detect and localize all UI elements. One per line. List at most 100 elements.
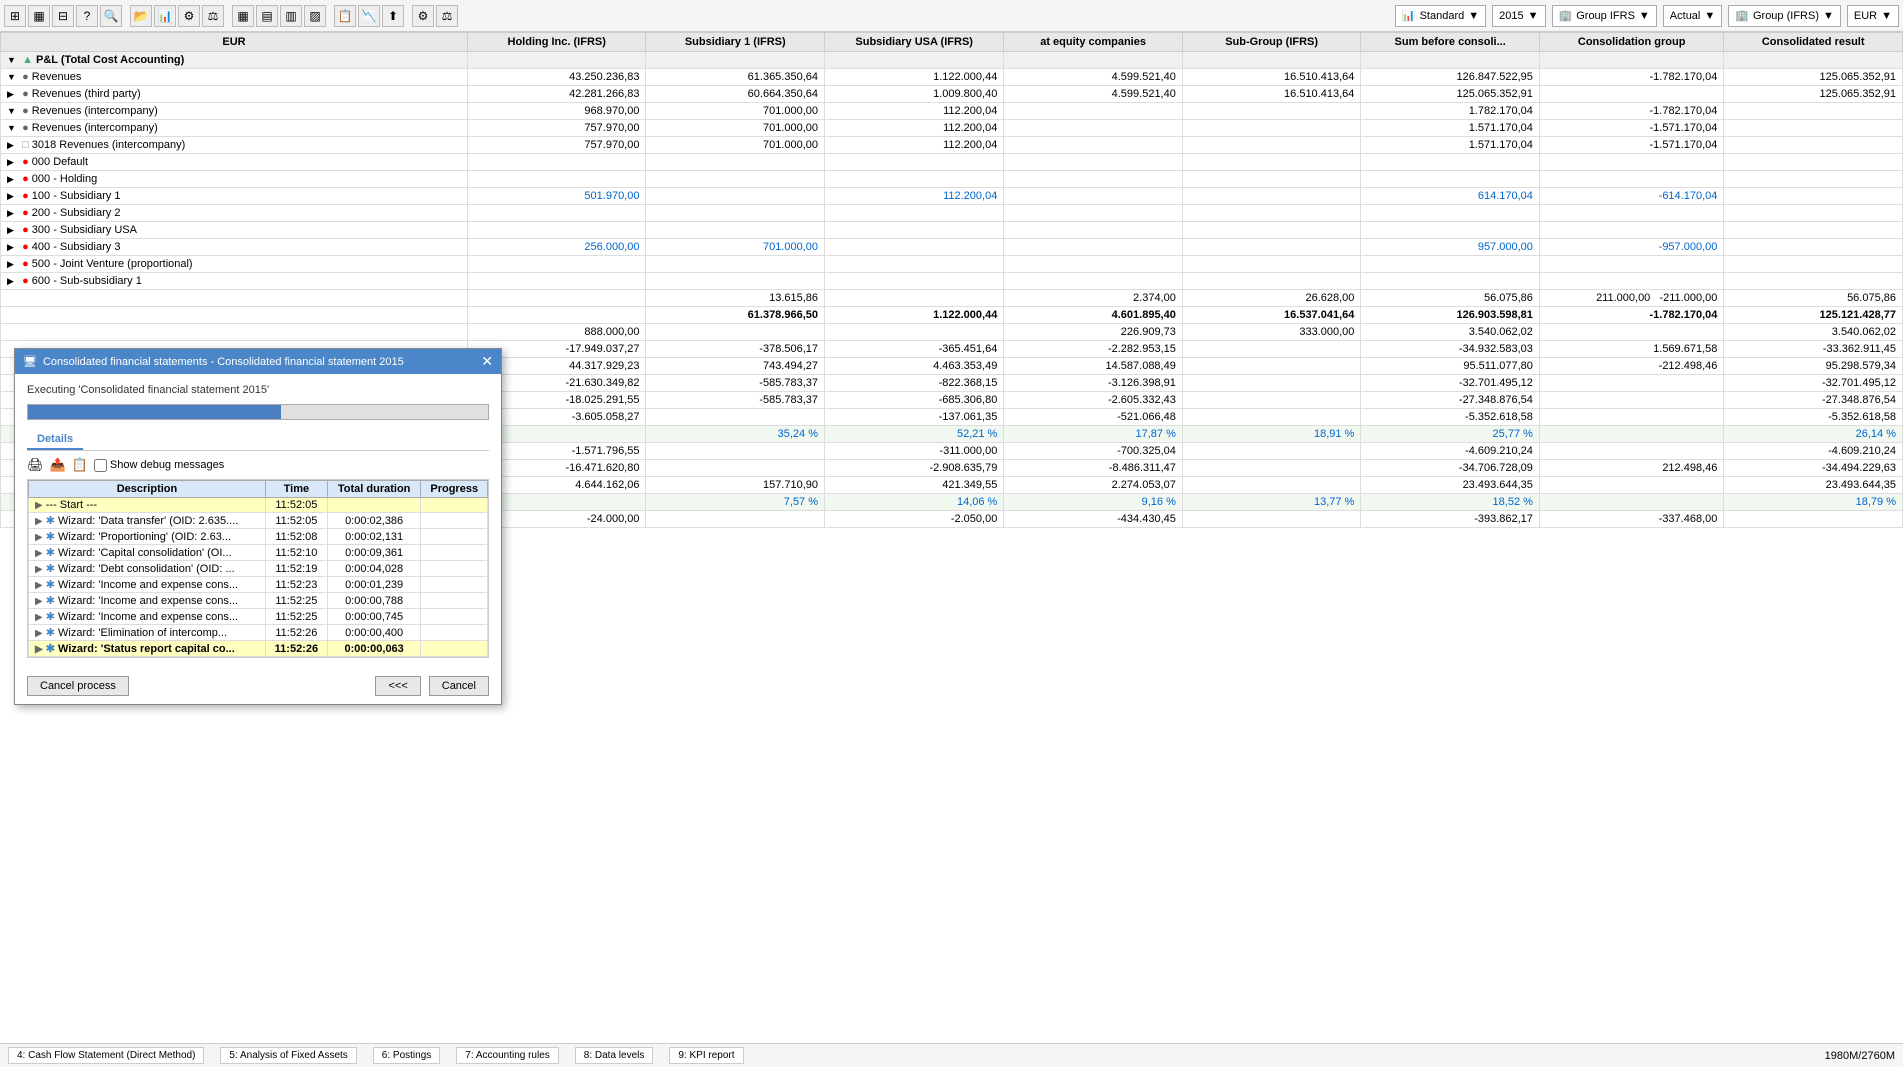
expand-icon[interactable]: ▼: [7, 55, 19, 65]
bullet-icon: ●: [22, 275, 29, 287]
toolbar-btn-2[interactable]: ▦: [28, 5, 50, 27]
debug-checkbox-label[interactable]: Show debug messages: [94, 459, 224, 472]
row-expand[interactable]: ▶: [35, 596, 43, 607]
cell: -393.862,17: [1361, 511, 1540, 528]
expand-icon[interactable]: ▼: [7, 72, 19, 82]
toolbar-btn-17[interactable]: ⚙: [412, 5, 434, 27]
toolbar-btn-18[interactable]: ⚖: [436, 5, 458, 27]
print-icon[interactable]: 🖨: [27, 457, 44, 473]
row-expand[interactable]: ▶: [35, 612, 43, 623]
toolbar-btn-5[interactable]: 🔍: [100, 5, 122, 27]
row-expand[interactable]: ▶: [35, 516, 43, 527]
expand-icon[interactable]: ▼: [7, 106, 19, 116]
toolbar-btn-11[interactable]: ▤: [256, 5, 278, 27]
standard-dropdown[interactable]: 📊 Standard ▼: [1395, 5, 1486, 27]
cell: 701.000,00: [646, 137, 825, 154]
log-row[interactable]: ▶ ✱ Wizard: 'Proportioning' (OID: 2.63..…: [29, 529, 488, 545]
cell: 13,77 %: [1182, 494, 1361, 511]
log-row[interactable]: ▶ ✱ Wizard: 'Data transfer' (OID: 2.635.…: [29, 513, 488, 529]
cell: 888.000,00: [467, 324, 646, 341]
log-row[interactable]: ▶ ✱ Wizard: 'Debt consolidation' (OID: .…: [29, 561, 488, 577]
export-icon[interactable]: 📤: [50, 457, 66, 473]
year-dropdown[interactable]: 2015 ▼: [1492, 5, 1545, 27]
cancel-button[interactable]: Cancel: [429, 676, 489, 696]
log-row[interactable]: ▶ ✱ Wizard: 'Income and expense cons... …: [29, 577, 488, 593]
log-row-running[interactable]: ▶ ✱ Wizard: 'Status report capital co...…: [29, 641, 488, 657]
cell: [1361, 273, 1540, 290]
toolbar-btn-6[interactable]: 📂: [130, 5, 152, 27]
debug-checkbox[interactable]: [94, 459, 107, 472]
actual-dropdown[interactable]: Actual ▼: [1663, 5, 1722, 27]
toolbar-btn-12[interactable]: ▥: [280, 5, 302, 27]
expand-icon[interactable]: ▶: [7, 140, 19, 151]
cell: [825, 256, 1004, 273]
cell: -34.932.583,03: [1361, 341, 1540, 358]
col-holding: Holding Inc. (IFRS): [467, 33, 646, 52]
log-row[interactable]: ▶ ✱ Wizard: 'Income and expense cons... …: [29, 609, 488, 625]
expand-icon[interactable]: ▶: [7, 225, 19, 236]
log-row[interactable]: ▶ ✱ Wizard: 'Income and expense cons... …: [29, 593, 488, 609]
statusbar-tab-fixed-assets[interactable]: 5: Analysis of Fixed Assets: [220, 1047, 356, 1064]
statusbar-tab-datalevels[interactable]: 8: Data levels: [575, 1047, 654, 1064]
toolbar-btn-1[interactable]: ⊞: [4, 5, 26, 27]
modal-close-button[interactable]: ✕: [481, 353, 493, 370]
cell: 16.510.413,64: [1182, 86, 1361, 103]
row-expand[interactable]: ▶: [35, 532, 43, 543]
toolbar-btn-7[interactable]: 📊: [154, 5, 176, 27]
toolbar-btn-4[interactable]: ?: [76, 5, 98, 27]
expand-icon[interactable]: ▶: [7, 259, 19, 270]
cell: 1.122.000,44: [825, 307, 1004, 324]
year-chevron: ▼: [1528, 10, 1539, 22]
row-expand[interactable]: ▶: [35, 580, 43, 591]
toolbar-btn-13[interactable]: ▨: [304, 5, 326, 27]
toolbar-btn-8[interactable]: ⚙: [178, 5, 200, 27]
expand-icon[interactable]: ▶: [7, 242, 19, 253]
toolbar-btn-9[interactable]: ⚖: [202, 5, 224, 27]
cell: -2.908.635,79: [825, 460, 1004, 477]
expand-icon[interactable]: ▶: [7, 191, 19, 202]
tab-details[interactable]: Details: [27, 430, 83, 450]
cell: 157.710,90: [646, 477, 825, 494]
statusbar-tab-accounting[interactable]: 7: Accounting rules: [456, 1047, 559, 1064]
row-expand[interactable]: ▶: [35, 628, 43, 639]
log-desc: ▶ --- Start ---: [29, 498, 266, 513]
row-expand[interactable]: ▶: [35, 548, 43, 559]
row-expand[interactable]: ▶: [35, 500, 43, 511]
group-ifrs2-dropdown[interactable]: 🏢 Group (IFRS) ▼: [1728, 5, 1841, 27]
expand-icon[interactable]: ▶: [7, 174, 19, 185]
cancel-process-button[interactable]: Cancel process: [27, 676, 129, 696]
expand-icon[interactable]: ▶: [7, 208, 19, 219]
statusbar-tab-kpi[interactable]: 9: KPI report: [669, 1047, 743, 1064]
table-row: 61.378.966,50 1.122.000,44 4.601.895,40 …: [1, 307, 1903, 324]
col-subusa: Subsidiary USA (IFRS): [825, 33, 1004, 52]
row-expand[interactable]: ▶: [35, 564, 43, 575]
toolbar-btn-3[interactable]: ⊟: [52, 5, 74, 27]
toolbar: ⊞ ▦ ⊟ ? 🔍 📂 📊 ⚙ ⚖ ▦ ▤ ▥ ▨ 📋 📉 ⬆ ⚙ ⚖ 📊 St…: [0, 0, 1903, 32]
expand-icon[interactable]: ▶: [7, 276, 19, 287]
log-table-container[interactable]: Description Time Total duration Progress…: [27, 479, 489, 658]
cell: 18,52 %: [1361, 494, 1540, 511]
cell: [467, 273, 646, 290]
toolbar-btn-14[interactable]: 📋: [334, 5, 356, 27]
toolbar-btn-15[interactable]: 📉: [358, 5, 380, 27]
nav-prev-button[interactable]: <<<: [375, 676, 420, 696]
statusbar-tab-postings[interactable]: 6: Postings: [373, 1047, 440, 1064]
expand-icon[interactable]: ▼: [7, 123, 19, 133]
row-text: 3018 Revenues (intercompany): [32, 139, 185, 151]
toolbar-btn-10[interactable]: ▦: [232, 5, 254, 27]
eur-dropdown[interactable]: EUR ▼: [1847, 5, 1899, 27]
log-row[interactable]: ▶ ✱ Wizard: 'Capital consolidation' (OI.…: [29, 545, 488, 561]
log-time: 11:52:08: [265, 529, 327, 545]
row-expand[interactable]: ▶: [35, 644, 43, 655]
group-ifrs-dropdown[interactable]: 🏢 Group IFRS ▼: [1552, 5, 1657, 27]
table-row: ▶ ● 100 - Subsidiary 1 501.970,00 112.20…: [1, 188, 1903, 205]
toolbar-btn-16[interactable]: ⬆: [382, 5, 404, 27]
log-row[interactable]: ▶ --- Start --- 11:52:05: [29, 498, 488, 513]
expand-icon[interactable]: ▶: [7, 89, 19, 100]
expand-icon[interactable]: ▶: [7, 157, 19, 168]
memory-indicator: 1980M/2760M: [1825, 1050, 1895, 1062]
statusbar-tab-cashflow[interactable]: 4: Cash Flow Statement (Direct Method): [8, 1047, 204, 1064]
log-row[interactable]: ▶ ✱ Wizard: 'Elimination of intercomp...…: [29, 625, 488, 641]
cell: 95.298.579,34: [1724, 358, 1903, 375]
copy-icon[interactable]: 📋: [72, 457, 88, 473]
